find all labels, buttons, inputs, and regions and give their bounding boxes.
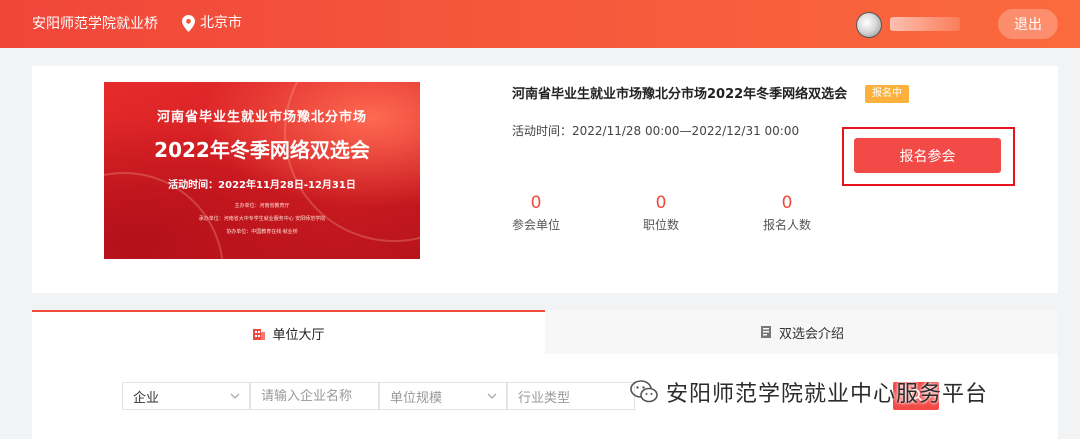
user-name-blurred <box>890 17 960 31</box>
stat-value: 0 <box>655 193 667 213</box>
tab-bar: 单位大厅 双选会介绍 <box>32 310 1058 354</box>
building-icon <box>253 329 266 340</box>
logout-button[interactable]: 退出 <box>998 9 1058 39</box>
wechat-watermark: 安阳师范学院就业中心服务平台 <box>630 376 988 408</box>
type-select[interactable]: 企业 <box>122 382 250 410</box>
location-label: 北京市 <box>200 15 242 31</box>
stat-positions: 0 职位数 <box>621 193 701 233</box>
tab-company-hall[interactable]: 单位大厅 <box>32 310 545 354</box>
tab-fair-intro[interactable]: 双选会介绍 <box>545 310 1058 354</box>
stat-registrants: 0 报名人数 <box>747 193 827 233</box>
type-select-value: 企业 <box>133 390 160 406</box>
chevron-down-icon <box>487 393 497 399</box>
poster-organizer: 主办单位：河南省教育厅 <box>234 203 290 209</box>
stat-companies: 0 参会单位 <box>496 193 576 233</box>
stat-label: 报名人数 <box>762 218 811 232</box>
stat-label: 参会单位 <box>511 218 560 232</box>
user-avatar[interactable] <box>856 12 882 38</box>
stat-label: 职位数 <box>642 218 679 232</box>
event-card: 河南省毕业生就业市场豫北分市场 2022年冬季网络双选会 活动时间：2022年1… <box>32 66 1058 293</box>
chevron-down-icon <box>230 393 240 399</box>
top-navbar: 安阳师范学院就业桥 北京市 退出 <box>0 0 1080 48</box>
event-time: 活动时间：2022/11/28 00:00—2022/12/31 00:00 <box>512 124 800 138</box>
book-icon <box>760 326 771 338</box>
school-name[interactable]: 安阳师范学院就业桥 <box>32 14 158 34</box>
poster-line1: 河南省毕业生就业市场豫北分市场 <box>156 110 367 125</box>
industry-select[interactable]: 行业类型 <box>507 382 635 410</box>
signup-button[interactable]: 报名参会 <box>854 138 1001 173</box>
scale-select-value: 单位规模 <box>390 390 443 406</box>
poster-host: 承办单位：河南省大中专学生就业服务中心 安阳师范学院 <box>198 216 326 222</box>
event-title: 河南省毕业生就业市场豫北分市场2022年冬季网络双选会 <box>512 87 848 102</box>
company-name-field[interactable] <box>250 382 379 410</box>
tab-label: 双选会介绍 <box>778 326 844 342</box>
stat-value: 0 <box>530 193 542 213</box>
event-poster[interactable]: 河南省毕业生就业市场豫北分市场 2022年冬季网络双选会 活动时间：2022年1… <box>104 82 420 259</box>
poster-date: 活动时间：2022年11月28日-12月31日 <box>168 180 356 191</box>
industry-select-value: 行业类型 <box>518 390 571 406</box>
location-selector[interactable]: 北京市 <box>182 13 242 33</box>
location-pin-icon <box>182 14 195 32</box>
status-badge: 报名中 <box>865 85 909 103</box>
watermark-text: 安阳师范学院就业中心服务平台 <box>666 382 989 407</box>
company-name-input[interactable] <box>261 388 368 404</box>
stat-value: 0 <box>781 193 793 213</box>
poster-co-host: 协办单位：中国教育在线·就业桥 <box>226 229 298 235</box>
wechat-icon <box>630 380 658 403</box>
poster-line2: 2022年冬季网络双选会 <box>154 138 370 162</box>
scale-select[interactable]: 单位规模 <box>379 382 507 410</box>
tab-label: 单位大厅 <box>272 327 325 343</box>
